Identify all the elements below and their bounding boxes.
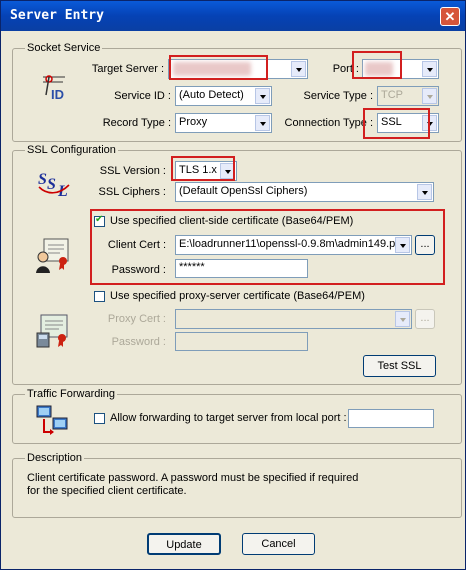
service-type-label: Service Type : [303,90,374,102]
svg-text:S: S [47,176,56,193]
ssl-ciphers-label: SSL Ciphers : [98,186,166,198]
update-button[interactable]: Update [147,533,221,555]
forward-checkbox-label[interactable]: Allow forwarding to target server from l… [110,412,347,424]
service-id-label: Service ID : [114,90,171,102]
traffic-forwarding-label: Traffic Forwarding [25,388,118,400]
service-type-select[interactable]: TCP [377,86,439,106]
client-certificate-icon [36,238,69,273]
local-port-input[interactable] [348,409,434,428]
target-server-label: Target Server : [91,63,164,75]
proxy-cert-browse-button[interactable]: ... [415,309,435,329]
cancel-button[interactable]: Cancel [242,533,315,555]
connection-type-highlight [363,108,430,139]
id-icon: ID [43,75,65,102]
proxy-cert-checkbox-label[interactable]: Use specified proxy-server certificate (… [110,290,365,302]
ssl-icon: S S L [38,171,70,199]
ssl-version-highlight [171,156,235,181]
chevron-down-icon[interactable] [417,184,432,200]
record-type-label: Record Type : [102,117,171,129]
svg-text:ID: ID [51,87,64,102]
proxy-cert-checkbox[interactable] [94,291,105,302]
svg-text:S: S [38,171,47,188]
record-type-select[interactable]: Proxy [175,113,272,133]
network-forwarding-icon [36,405,68,435]
description-label: Description [25,452,85,464]
chevron-down-icon[interactable] [422,88,437,104]
close-button[interactable]: ✕ [440,7,460,26]
proxy-certificate-icon [36,314,68,348]
description-text-line1: Client certificate password. A password … [27,472,359,484]
proxy-cert-label: Proxy Cert : [107,313,166,325]
port-highlight [352,51,402,79]
service-id-select[interactable]: (Auto Detect) [175,86,272,106]
target-server-highlight [169,55,268,80]
socket-service-label: Socket Service [25,42,103,54]
chevron-down-icon[interactable] [291,61,306,77]
chevron-down-icon[interactable] [422,61,437,77]
client-cert-highlight [90,209,445,285]
ssl-version-label: SSL Version : [99,165,166,177]
window-title: Server Entry [10,8,104,23]
close-icon: ✕ [444,9,456,24]
ssl-configuration-label: SSL Configuration [25,144,118,156]
chevron-down-icon[interactable] [395,311,410,327]
ssl-ciphers-select[interactable]: (Default OpenSsl Ciphers) [175,182,434,202]
description-text-line2: for the specified client certificate. [27,485,187,497]
proxy-cert-select[interactable] [175,309,412,329]
connection-type-label: Connection Type : [284,117,373,129]
proxy-password-input[interactable] [175,332,308,351]
test-ssl-button[interactable]: Test SSL [363,355,436,377]
proxy-password-label: Password : [111,336,166,348]
server-entry-dialog: Server Entry ✕ Socket Service ID Target … [0,0,466,570]
forward-checkbox[interactable] [94,413,105,424]
title-bar[interactable]: Server Entry ✕ [1,1,465,31]
chevron-down-icon[interactable] [255,88,270,104]
